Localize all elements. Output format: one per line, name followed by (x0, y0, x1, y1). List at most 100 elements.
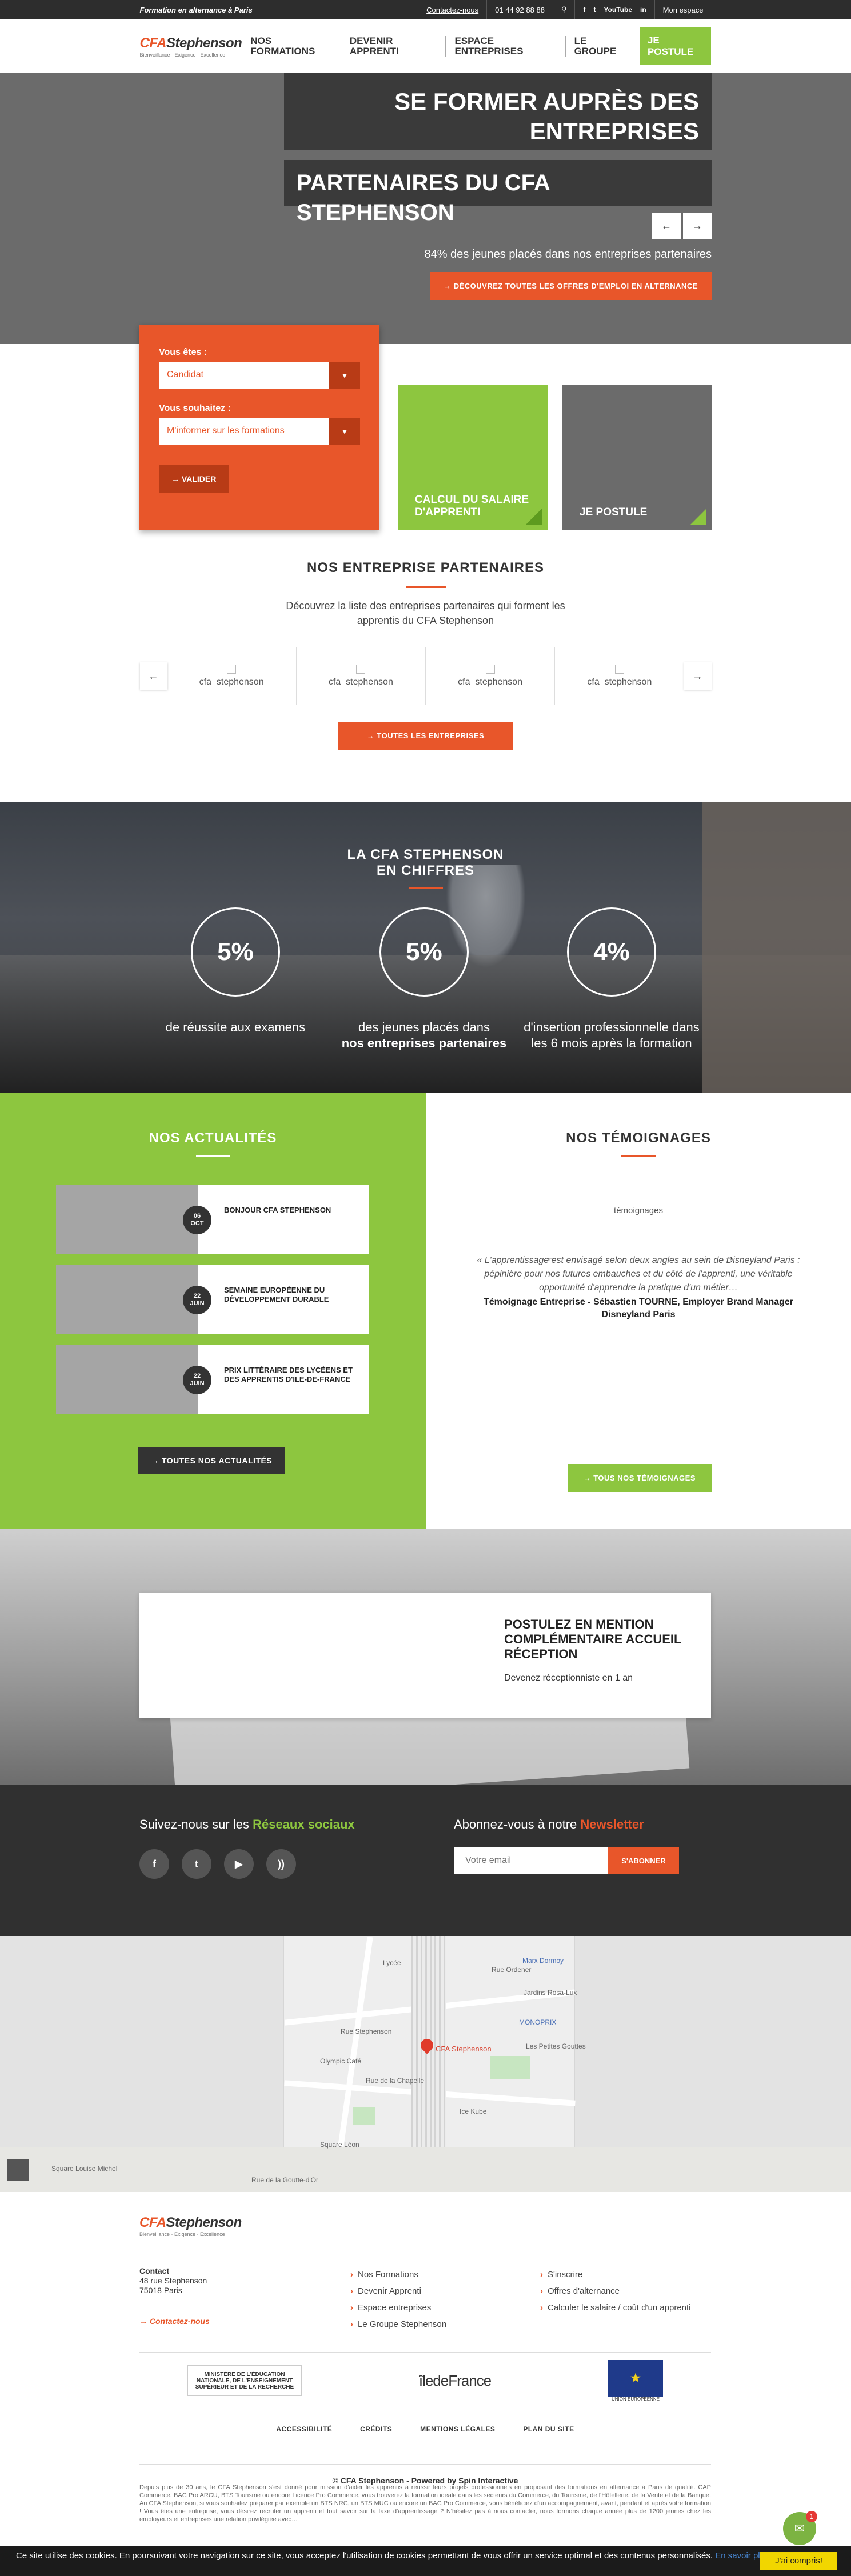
contact-link[interactable]: Contactez-nous (418, 0, 486, 19)
newsletter-form: S'ABONNER (454, 1847, 679, 1874)
top-bar: Formation en alternance à Paris Contacte… (0, 0, 851, 19)
date-badge: 22 JUIN (183, 1286, 211, 1314)
partner-logo[interactable]: cfa_stephenson (167, 647, 297, 705)
map-label: Les Petites Gouttes (526, 2042, 586, 2050)
all-companies-button[interactable]: → TOUTES LES ENTREPRISES (338, 722, 513, 750)
institution-logos: MINISTÈRE DE L'ÉDUCATION NATIONALE, DE L… (139, 2352, 711, 2409)
legal-link[interactable]: MENTIONS LÉGALES (407, 2425, 508, 2433)
chatbot-button[interactable]: ✉ 1 (783, 2511, 817, 2545)
newsletter-heading: Abonnez-vous à notre Newsletter (454, 1817, 644, 1831)
testimonial-prev-icon[interactable]: ← (546, 1251, 556, 1263)
footer-link[interactable]: Espace entreprises (350, 2299, 446, 2316)
footer-links-col2: S'inscrire Offres d'alternance Calculer … (533, 2266, 691, 2335)
partner-logo[interactable]: cfa_stephenson (426, 647, 556, 705)
job-offers-button[interactable]: → DÉCOUVREZ TOUTES LES OFFRES D'EMPLOI E… (430, 272, 712, 300)
eu-logo-wrap: ★ UNION EUROPÉENNE (608, 2359, 663, 2402)
facebook-icon[interactable]: f (139, 1849, 169, 1879)
footer-link[interactable]: Le Groupe Stephenson (350, 2316, 446, 2333)
social-icons: f t ▶ )) (139, 1849, 296, 1879)
stat-label: de réussite aux examens (165, 1020, 306, 1034)
youtube-icon[interactable]: YouTube (604, 6, 632, 14)
hero-stat: 84% des jeunes placés dans nos entrepris… (424, 248, 712, 261)
hero-next-arrow-icon[interactable]: → (683, 213, 712, 239)
promo-card[interactable]: POSTULEZ EN MENTION COMPLÉMENTAIRE ACCUE… (139, 1593, 711, 1718)
social-links: f t YouTube in (574, 0, 654, 19)
nav-devenir-apprenti[interactable]: DEVENIR APPRENTI (341, 36, 446, 57)
nav-espace-entreprises[interactable]: ESPACE ENTREPRISES (446, 36, 566, 57)
date-badge: 22 JUIN (183, 1366, 211, 1394)
footer-link[interactable]: S'inscrire (540, 2266, 691, 2283)
profile-select[interactable]: Candidat ▾ (159, 362, 360, 389)
chat-icon: ✉ (794, 2521, 805, 2535)
testimonial-next-icon[interactable]: → (724, 1251, 734, 1263)
footer-links-col1: Nos Formations Devenir Apprenti Espace e… (343, 2266, 446, 2335)
twitter-icon[interactable]: t (593, 6, 596, 14)
hero-prev-arrow-icon[interactable]: ← (652, 213, 681, 239)
cookie-accept-button[interactable]: J'ai compris! (760, 2552, 837, 2570)
salary-calculator-tile[interactable]: CALCUL DU SALAIRE D'APPRENTI (398, 385, 548, 530)
twitter-icon[interactable]: t (182, 1849, 211, 1879)
partner-logo[interactable]: cfa_stephenson (555, 647, 684, 705)
map-control[interactable] (7, 2159, 29, 2181)
legal-link[interactable]: ACCESSIBILITÉ (263, 2425, 345, 2433)
news-card[interactable]: 06 OCT BONJOUR CFA STEPHENSON (56, 1185, 369, 1254)
account-link[interactable]: Mon espace (654, 0, 712, 19)
main-nav: NOS FORMATIONS DEVENIR APPRENTI ESPACE E… (242, 27, 712, 65)
ministry-logo[interactable]: MINISTÈRE DE L'ÉDUCATION NATIONALE, DE L… (187, 2365, 302, 2396)
apply-button[interactable]: JE POSTULE (639, 27, 712, 65)
news-card[interactable]: 22 JUIN SEMAINE EUROPÉENNE DU DÉVELOPPEME… (56, 1265, 369, 1334)
footer-link[interactable]: Calculer le salaire / coût d'un apprenti (540, 2299, 691, 2316)
site-logo[interactable]: CFAStephenson Bienveillance · Exigence ·… (140, 35, 242, 58)
promo-title: POSTULEZ EN MENTION COMPLÉMENTAIRE ACCUE… (504, 1617, 682, 1661)
partner-logo[interactable]: cfa_stephenson (297, 647, 426, 705)
map-label: Rue Ordener (492, 1966, 532, 1974)
facebook-icon[interactable]: f (583, 6, 585, 14)
testimonial-author: Témoignage Entreprise - Sébastien TOURNE… (483, 1297, 794, 1319)
testimonials-section: NOS TÉMOIGNAGES témoignages « L'apprenti… (426, 1093, 851, 1529)
map[interactable]: CFA Stephenson Lycée Rue Ordener Marx Do… (0, 1936, 851, 2192)
footer-link[interactable]: Offres d'alternance (540, 2283, 691, 2299)
date-badge: 06 OCT (183, 1206, 211, 1234)
validate-button[interactable]: → VALIDER (159, 465, 229, 493)
youtube-icon[interactable]: ▶ (224, 1849, 254, 1879)
seo-text: Depuis plus de 30 ans, le CFA Stephenson… (139, 2484, 711, 2523)
testimonial-arrows: ← → (546, 1251, 734, 1263)
promo-banner: POSTULEZ EN MENTION COMPLÉMENTAIRE ACCUE… (0, 1529, 851, 1785)
profile-label: Vous êtes : (159, 347, 207, 357)
legal-link[interactable]: CRÉDITS (347, 2425, 405, 2433)
nav-formations[interactable]: NOS FORMATIONS (242, 36, 341, 57)
nav-le-groupe[interactable]: LE GROUPE (566, 36, 636, 57)
all-news-button[interactable]: → TOUTES NOS ACTUALITÉS (138, 1447, 285, 1474)
news-title-text: PRIX LITTÉRAIRE DES LYCÉENS ET DES APPRE… (224, 1366, 353, 1383)
legal-link[interactable]: PLAN DU SITE (510, 2425, 587, 2433)
search-icon[interactable]: ⚲ (552, 0, 575, 19)
linkedin-icon[interactable]: in (640, 6, 646, 14)
email-field[interactable] (454, 1847, 608, 1874)
image-icon (227, 665, 237, 674)
carousel-prev-icon[interactable]: ← (139, 662, 167, 690)
phone-number[interactable]: 01 44 92 88 88 (486, 0, 553, 19)
footer-link[interactable]: Nos Formations (350, 2266, 446, 2283)
map-pin-label: CFA Stephenson (436, 2045, 492, 2053)
news-section: NOS ACTUALITÉS 06 OCT BONJOUR CFA STEPHEN… (0, 1093, 426, 1529)
background-photo (702, 802, 851, 1093)
map-label: Rue de la Goutte-d'Or (251, 2176, 319, 2184)
apply-tile[interactable]: JE POSTULE (562, 385, 712, 530)
news-image: 22 JUIN (56, 1265, 211, 1334)
rss-icon[interactable]: )) (266, 1849, 296, 1879)
chevron-down-icon: ▾ (329, 362, 360, 389)
carousel-next-icon[interactable]: → (684, 662, 712, 690)
footer-link[interactable]: Devenir Apprenti (350, 2283, 446, 2299)
map-label: Olympic Café (320, 2057, 362, 2065)
footer-logo[interactable]: CFAStephenson Bienveillance · Exigence ·… (139, 2215, 242, 2237)
eu-flag-icon[interactable]: ★ (608, 2359, 663, 2397)
news-card[interactable]: 22 JUIN PRIX LITTÉRAIRE DES LYCÉENS ET DE… (56, 1345, 369, 1414)
ile-de-france-logo[interactable]: îledeFrance (398, 2365, 512, 2396)
footer-contact-link[interactable]: → Contactez-nous (139, 2317, 210, 2326)
all-testimonials-button[interactable]: → TOUS NOS TÉMOIGNAGES (567, 1464, 712, 1492)
tagline: Formation en alternance à Paris (139, 5, 253, 14)
subscribe-button[interactable]: S'ABONNER (608, 1847, 679, 1874)
stat-label: des jeunes placés dans nos entreprises pa… (341, 1020, 507, 1050)
testimonial-image: témoignages (614, 1206, 663, 1215)
wish-select[interactable]: M'informer sur les formations ▾ (159, 418, 360, 445)
